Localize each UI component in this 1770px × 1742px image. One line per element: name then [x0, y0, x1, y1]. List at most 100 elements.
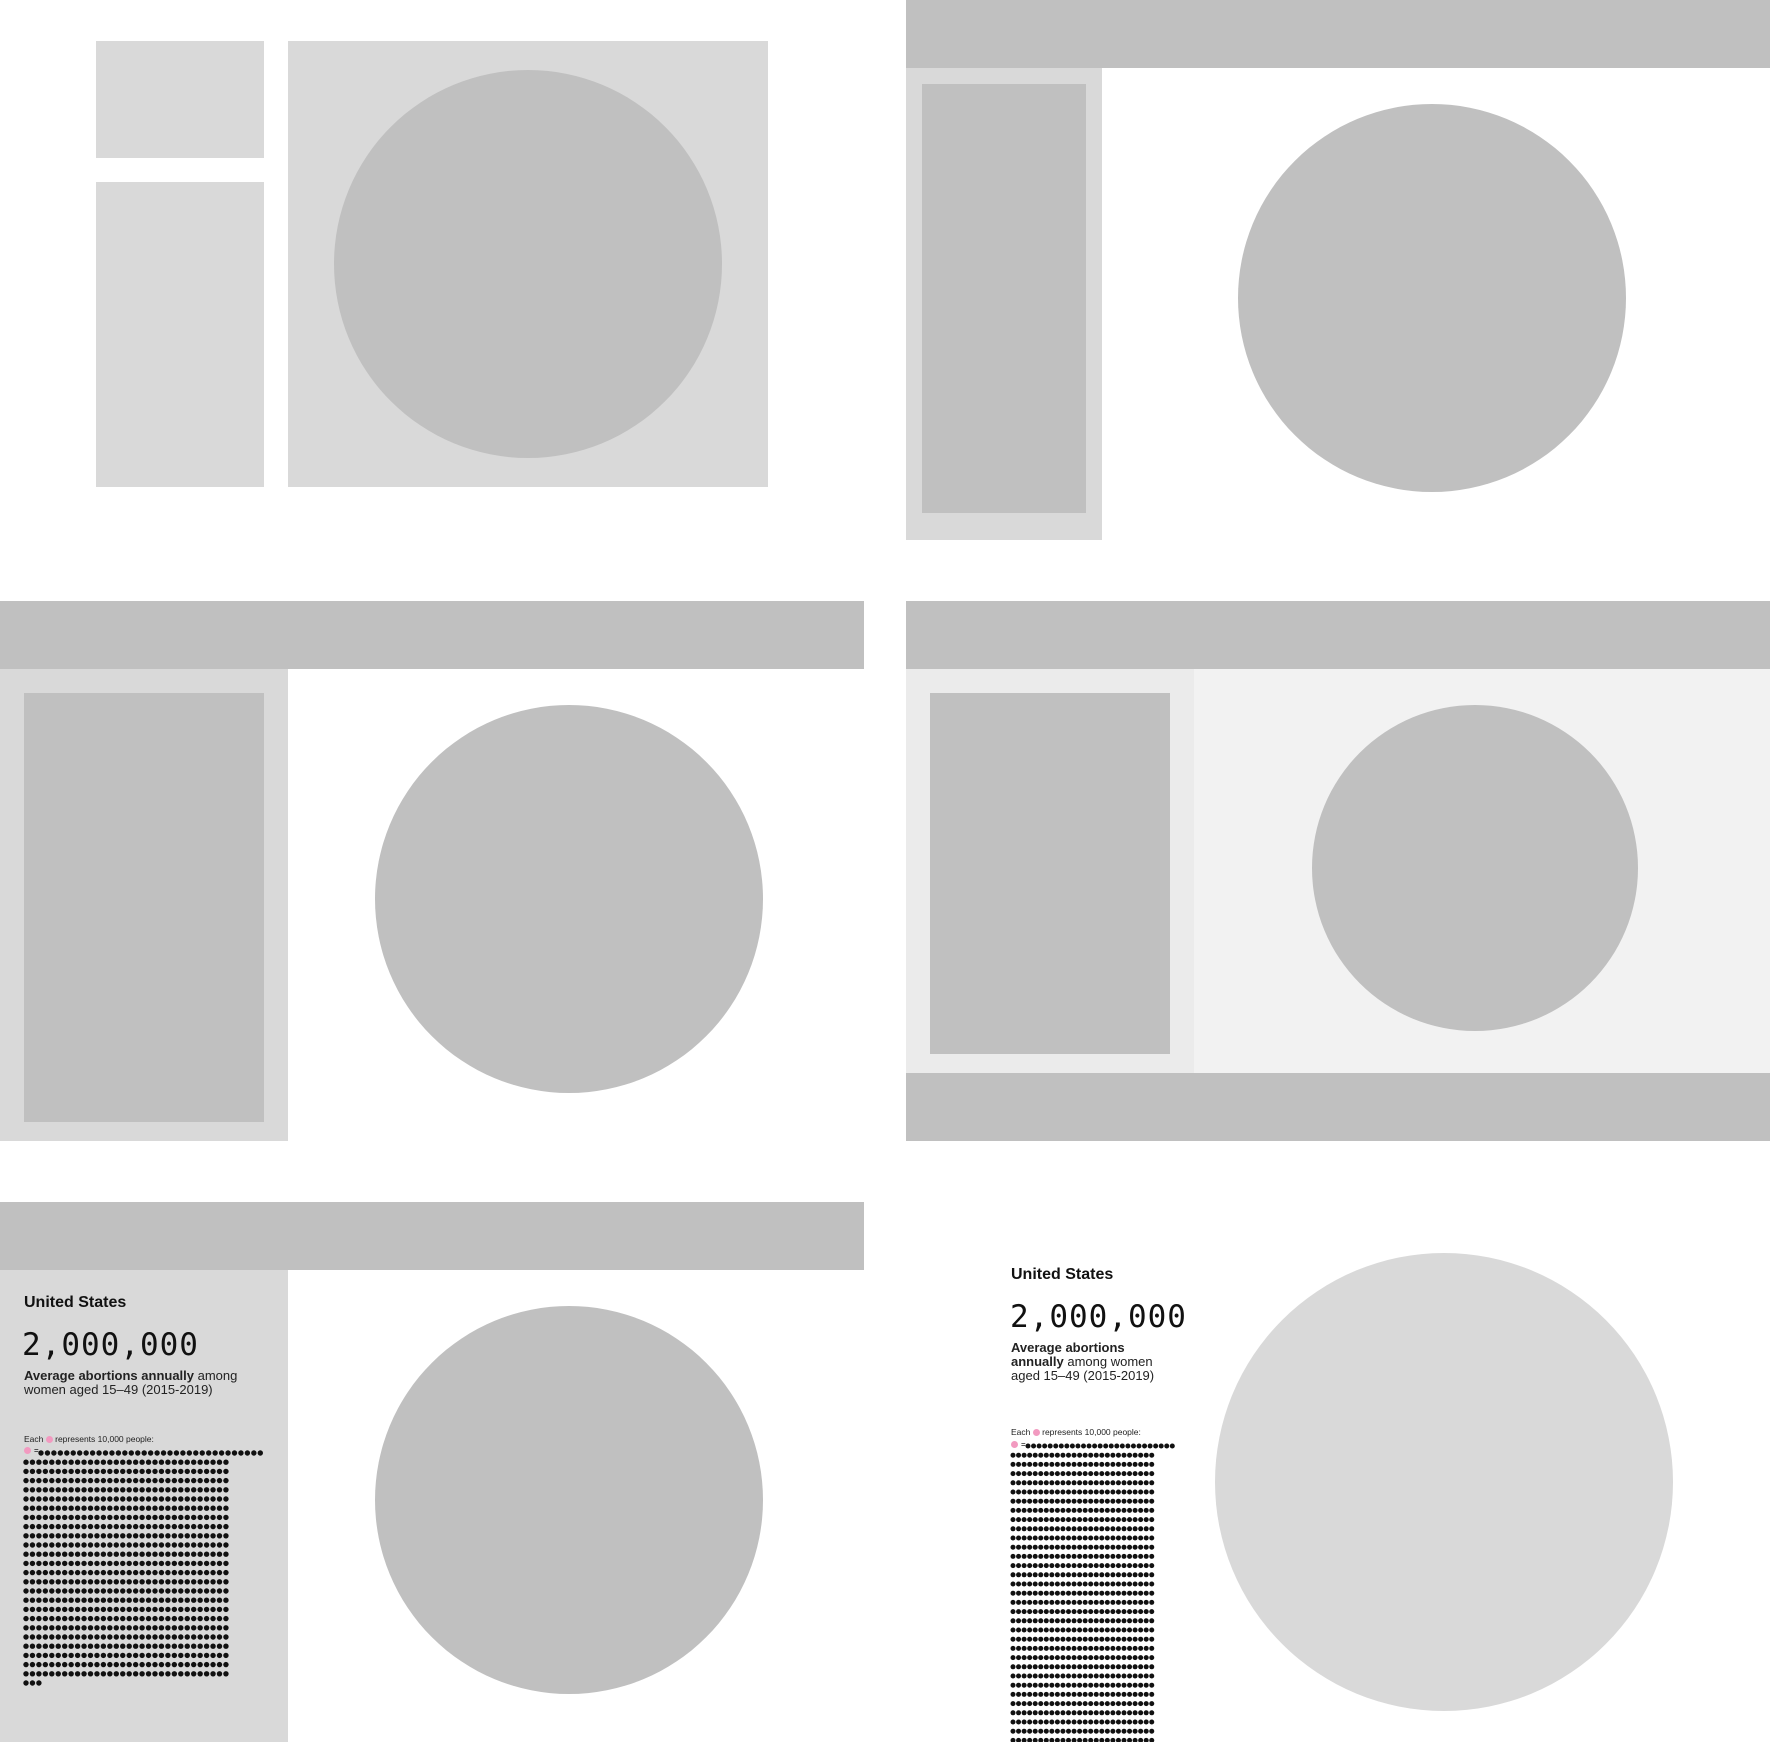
- black-dot-icon: [1010, 1599, 1016, 1605]
- black-dot-icon: [1054, 1461, 1060, 1467]
- black-dot-icon: [203, 1625, 210, 1631]
- black-dot-icon: [216, 1487, 223, 1493]
- black-dot-icon: [1066, 1701, 1071, 1707]
- black-dot-icon: [178, 1588, 184, 1594]
- black-dot-icon: [1143, 1664, 1149, 1670]
- black-dot-icon: [132, 1579, 139, 1585]
- black-dot-icon: [1110, 1710, 1116, 1716]
- black-dot-icon: [1110, 1728, 1116, 1734]
- black-dot-icon: [171, 1477, 178, 1484]
- black-dot-icon: [94, 1477, 100, 1484]
- black-dot-icon: [1021, 1452, 1027, 1458]
- black-dot-icon: [1077, 1682, 1083, 1688]
- black-dot-icon: [94, 1671, 100, 1677]
- black-dot-icon: [1082, 1627, 1088, 1633]
- black-dot-icon: [120, 1514, 126, 1521]
- black-dot-icon: [178, 1671, 184, 1677]
- black-dot-icon: [81, 1533, 87, 1539]
- black-dot-icon: [1016, 1461, 1022, 1467]
- black-dot-icon: [68, 1569, 74, 1576]
- big-number: 2,000,000: [22, 1327, 199, 1363]
- black-dot-icon: [49, 1569, 55, 1576]
- black-dot-icon: [223, 1661, 229, 1668]
- black-dot-icon: [1115, 1673, 1121, 1679]
- black-dot-icon: [165, 1615, 171, 1622]
- black-dot-icon: [1121, 1710, 1127, 1716]
- black-dot-icon: [120, 1560, 126, 1567]
- black-dot-icon: [139, 1652, 145, 1659]
- black-dot-icon: [1027, 1737, 1033, 1742]
- black-dot-icon: [1121, 1507, 1127, 1513]
- black-dot-icon: [1038, 1728, 1044, 1734]
- black-dot-icon: [1054, 1507, 1060, 1513]
- black-dot-icon: [1149, 1517, 1155, 1523]
- black-dot-icon: [203, 1560, 210, 1567]
- panel-d-sidebar-card: [930, 693, 1170, 1054]
- black-dot-icon: [191, 1487, 197, 1493]
- black-dot-icon: [62, 1468, 68, 1475]
- black-dot-icon: [223, 1569, 229, 1576]
- black-dot-icon: [1104, 1489, 1110, 1495]
- black-dot-icon: [139, 1560, 145, 1567]
- black-dot-icon: [1110, 1664, 1116, 1670]
- black-dot-icon: [126, 1643, 132, 1649]
- black-dot-icon: [1099, 1728, 1105, 1734]
- black-dot-icon: [1099, 1461, 1105, 1467]
- black-dot-icon: [145, 1496, 152, 1502]
- black-dot-icon: [1099, 1581, 1105, 1587]
- black-dot-icon: [1121, 1682, 1127, 1688]
- black-dot-icon: [1127, 1719, 1133, 1725]
- black-dot-icon: [74, 1496, 81, 1502]
- black-dot-icon: [132, 1523, 139, 1530]
- black-dot-icon: [49, 1505, 55, 1511]
- black-dot-icon: [1132, 1609, 1138, 1615]
- black-dot-icon: [1088, 1498, 1094, 1504]
- black-dot-icon: [223, 1487, 229, 1493]
- black-dot-icon: [1038, 1710, 1044, 1716]
- black-dot-icon: [100, 1597, 107, 1603]
- black-dot-icon: [171, 1588, 178, 1594]
- black-dot-icon: [1016, 1710, 1022, 1716]
- black-dot-icon: [87, 1468, 94, 1475]
- black-dot-icon: [1115, 1609, 1121, 1615]
- panel-d-header: [906, 601, 1770, 669]
- black-dot-icon: [1132, 1461, 1138, 1467]
- black-dot-icon: [107, 1615, 113, 1622]
- black-dot-icon: [158, 1542, 165, 1548]
- black-dot-icon: [1149, 1682, 1155, 1688]
- black-dot-icon: [94, 1533, 100, 1539]
- black-dot-icon: [1016, 1691, 1022, 1697]
- black-dot-icon: [139, 1588, 145, 1594]
- black-dot-icon: [1043, 1489, 1049, 1495]
- black-dot-icon: [1060, 1737, 1066, 1742]
- black-dot-icon: [1143, 1627, 1149, 1633]
- black-dot-icon: [1136, 1443, 1142, 1449]
- black-dot-icon: [81, 1551, 87, 1557]
- black-dot-icon: [132, 1625, 139, 1631]
- black-dot-icon: [74, 1634, 81, 1640]
- black-dot-icon: [1027, 1526, 1033, 1532]
- black-dot-icon: [36, 1514, 42, 1521]
- black-dot-icon: [1027, 1645, 1033, 1651]
- black-dot-icon: [1093, 1673, 1099, 1679]
- black-dot-icon: [1121, 1489, 1127, 1495]
- black-dot-icon: [81, 1523, 87, 1530]
- black-dot-icon: [1043, 1627, 1049, 1633]
- black-dot-icon: [1149, 1526, 1155, 1532]
- black-dot-icon: [139, 1542, 145, 1548]
- black-dot-icon: [152, 1477, 158, 1484]
- black-dot-icon: [107, 1597, 113, 1603]
- black-dot-icon: [1110, 1507, 1116, 1513]
- black-dot-icon: [1049, 1599, 1055, 1605]
- black-dot-icon: [1099, 1563, 1105, 1569]
- black-dot-icon: [49, 1597, 55, 1603]
- black-dot-icon: [1049, 1636, 1055, 1642]
- black-dot-icon: [1066, 1498, 1071, 1504]
- black-dot-icon: [223, 1597, 229, 1603]
- black-dot-icon: [1032, 1636, 1038, 1642]
- black-dot-icon: [1115, 1471, 1121, 1477]
- black-dot-icon: [1054, 1553, 1060, 1559]
- black-dot-icon: [1071, 1535, 1077, 1541]
- black-dot-icon: [1143, 1682, 1149, 1688]
- black-dot-icon: [1149, 1636, 1155, 1642]
